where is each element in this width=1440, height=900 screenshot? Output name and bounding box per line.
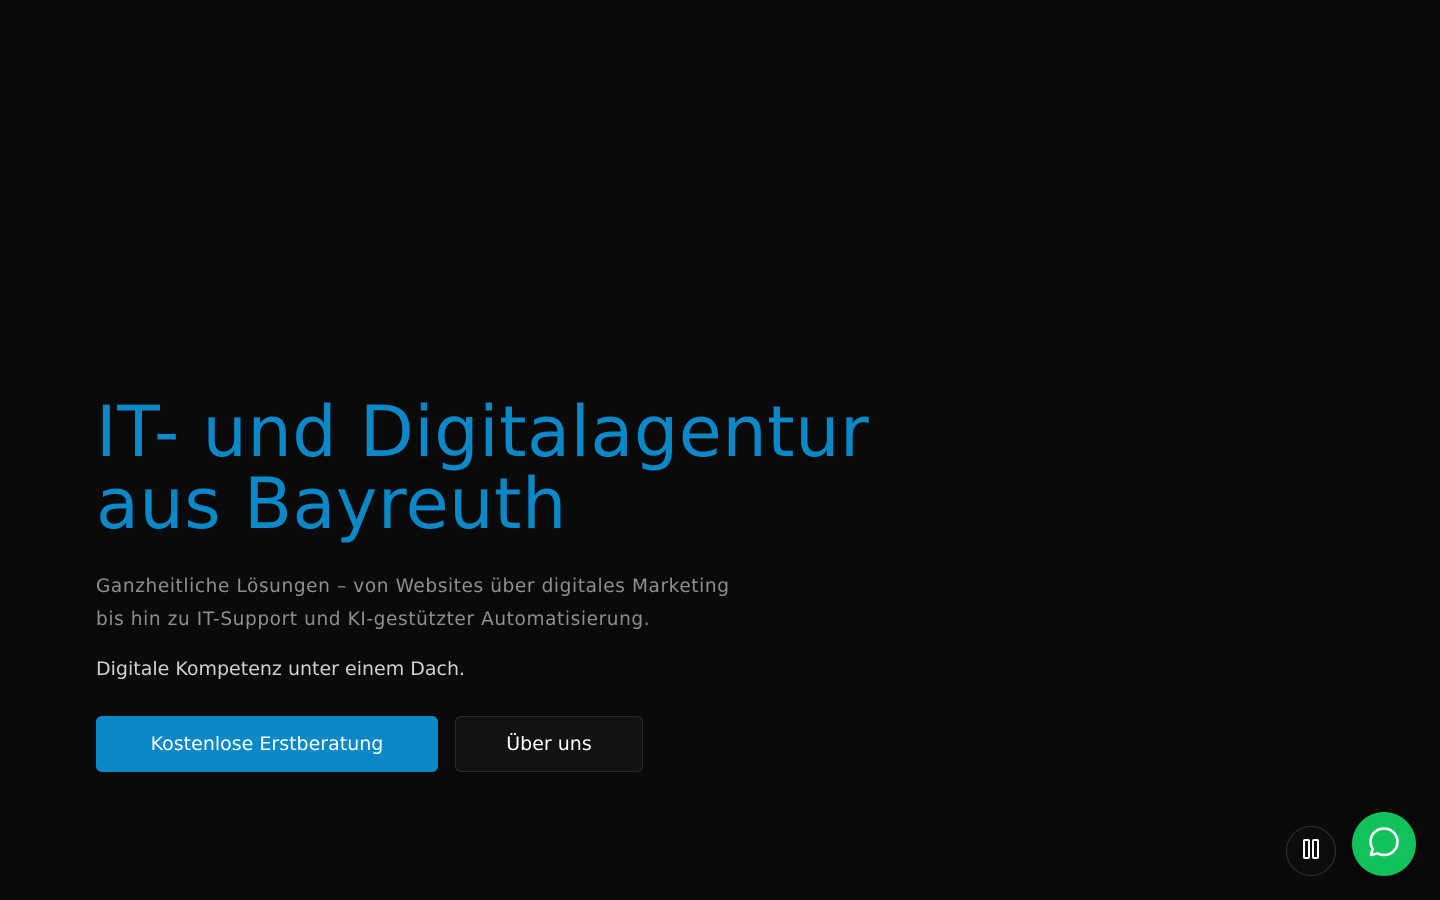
about-us-button[interactable]: Über uns [455, 716, 643, 772]
hero-subtitle-line-1: Ganzheitliche Lösungen – von Websites üb… [96, 576, 730, 597]
hero-title-line-1: IT- und Digitalagentur [96, 391, 870, 473]
hero-subtitle: Ganzheitliche Lösungen – von Websites üb… [96, 570, 796, 636]
chat-bubble-icon [1367, 825, 1401, 863]
whatsapp-chat-button[interactable] [1352, 812, 1416, 876]
free-consultation-button[interactable]: Kostenlose Erstberatung [96, 716, 438, 772]
pause-animation-button[interactable] [1286, 826, 1336, 876]
hero-section: IT- und Digitalagentur aus Bayreuth Ganz… [96, 396, 996, 772]
hero-subtitle-line-2: bis hin zu IT-Support und KI-gestützter … [96, 609, 651, 630]
hero-tagline: Digitale Kompetenz unter einem Dach. [96, 658, 466, 680]
cta-row: Kostenlose Erstberatung Über uns [96, 716, 996, 772]
hero-title-line-2: aus Bayreuth [96, 463, 567, 545]
hero-title: IT- und Digitalagentur aus Bayreuth [96, 396, 996, 540]
pause-icon [1302, 839, 1320, 863]
